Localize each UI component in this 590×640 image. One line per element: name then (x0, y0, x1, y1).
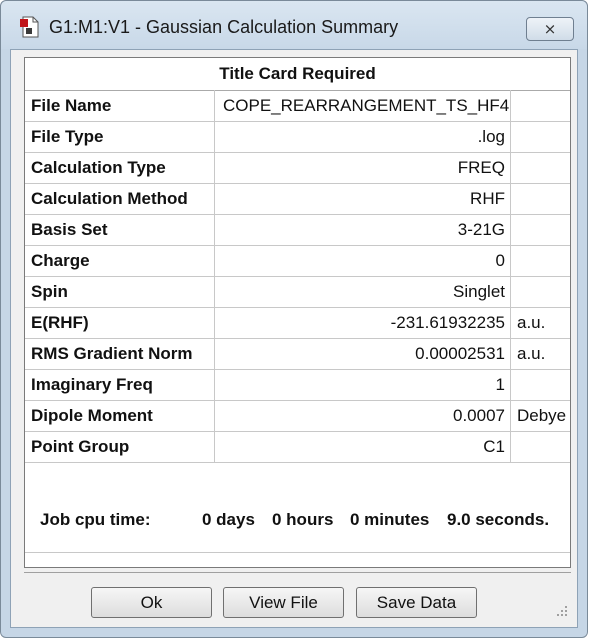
table-row: Calculation Type FREQ (25, 152, 570, 184)
table-row: E(RHF) -231.61932235 a.u. (25, 307, 570, 339)
cpu-time-minutes: 0 minutes (350, 510, 430, 529)
summary-header: Title Card Required (25, 58, 570, 91)
row-value: C1 (215, 431, 511, 462)
table-row: Basis Set 3-21G (25, 214, 570, 246)
table-row: Point Group C1 (25, 431, 570, 463)
row-label: File Name (25, 90, 215, 121)
row-label: Calculation Method (25, 183, 215, 214)
row-label: Spin (25, 276, 215, 307)
row-value: 0 (215, 245, 511, 276)
table-row: Spin Singlet (25, 276, 570, 308)
row-label: RMS Gradient Norm (25, 338, 215, 369)
row-label: File Type (25, 121, 215, 152)
row-unit: a.u. (517, 312, 546, 332)
cpu-time-days: 0 days (202, 510, 255, 529)
row-unit (511, 245, 570, 276)
row-unit: Debye (517, 405, 567, 425)
row-unit (511, 214, 570, 245)
close-button[interactable]: ⨯ (526, 17, 574, 41)
row-value: .log (215, 121, 511, 152)
gaussian-document-icon (20, 16, 39, 38)
row-label: Basis Set (25, 214, 215, 245)
table-row: Dipole Moment 0.0007 Debye (25, 400, 570, 432)
row-value: RHF (215, 183, 511, 214)
view-file-button[interactable]: View File (223, 587, 344, 618)
panel-divider (25, 552, 570, 553)
button-separator (24, 572, 571, 573)
save-data-button[interactable]: Save Data (356, 587, 477, 618)
cpu-time-label: Job cpu time: (40, 510, 151, 529)
row-value: -231.61932235 (215, 307, 511, 338)
row-label: Imaginary Freq (25, 369, 215, 400)
table-row: File Name COPE_REARRANGEMENT_TS_HF4 (25, 90, 570, 122)
table-row: Calculation Method RHF (25, 183, 570, 215)
row-value: 0.00002531 (215, 338, 511, 369)
row-value: FREQ (215, 152, 511, 183)
row-value: 0.0007 (215, 400, 511, 431)
row-unit (511, 152, 570, 183)
row-label: Charge (25, 245, 215, 276)
cpu-time-hours: 0 hours (272, 510, 334, 529)
row-unit: a.u. (517, 343, 546, 363)
row-unit (511, 90, 570, 121)
ok-button[interactable]: Ok (91, 587, 212, 618)
title-bar[interactable]: G1:M1:V1 - Gaussian Calculation Summary … (1, 1, 587, 49)
row-label: E(RHF) (25, 307, 215, 338)
table-row: Charge 0 (25, 245, 570, 277)
row-value: Singlet (215, 276, 511, 307)
row-unit (511, 121, 570, 152)
table-row: File Type .log (25, 121, 570, 153)
summary-dialog: G1:M1:V1 - Gaussian Calculation Summary … (0, 0, 588, 638)
resize-grip-icon[interactable] (555, 604, 569, 618)
window-title: G1:M1:V1 - Gaussian Calculation Summary (49, 17, 399, 37)
table-row: Imaginary Freq 1 (25, 369, 570, 401)
dialog-body: Title Card Required File Name COPE_REARR… (10, 49, 578, 628)
row-label: Dipole Moment (25, 400, 215, 431)
row-unit (511, 183, 570, 214)
table-row: RMS Gradient Norm 0.00002531 a.u. (25, 338, 570, 370)
cpu-time-line: Job cpu time: 0 days 0 hours 0 minutes 9… (25, 506, 570, 536)
summary-panel: Title Card Required File Name COPE_REARR… (24, 57, 571, 568)
row-unit (511, 369, 570, 400)
row-unit (511, 431, 570, 462)
row-label: Point Group (25, 431, 215, 462)
row-value: 3-21G (215, 214, 511, 245)
row-unit (511, 276, 570, 307)
cpu-time-seconds: 9.0 seconds. (447, 510, 550, 529)
close-icon: ⨯ (543, 21, 557, 38)
row-value: COPE_REARRANGEMENT_TS_HF4 (215, 90, 511, 121)
row-label: Calculation Type (25, 152, 215, 183)
row-value: 1 (215, 369, 511, 400)
